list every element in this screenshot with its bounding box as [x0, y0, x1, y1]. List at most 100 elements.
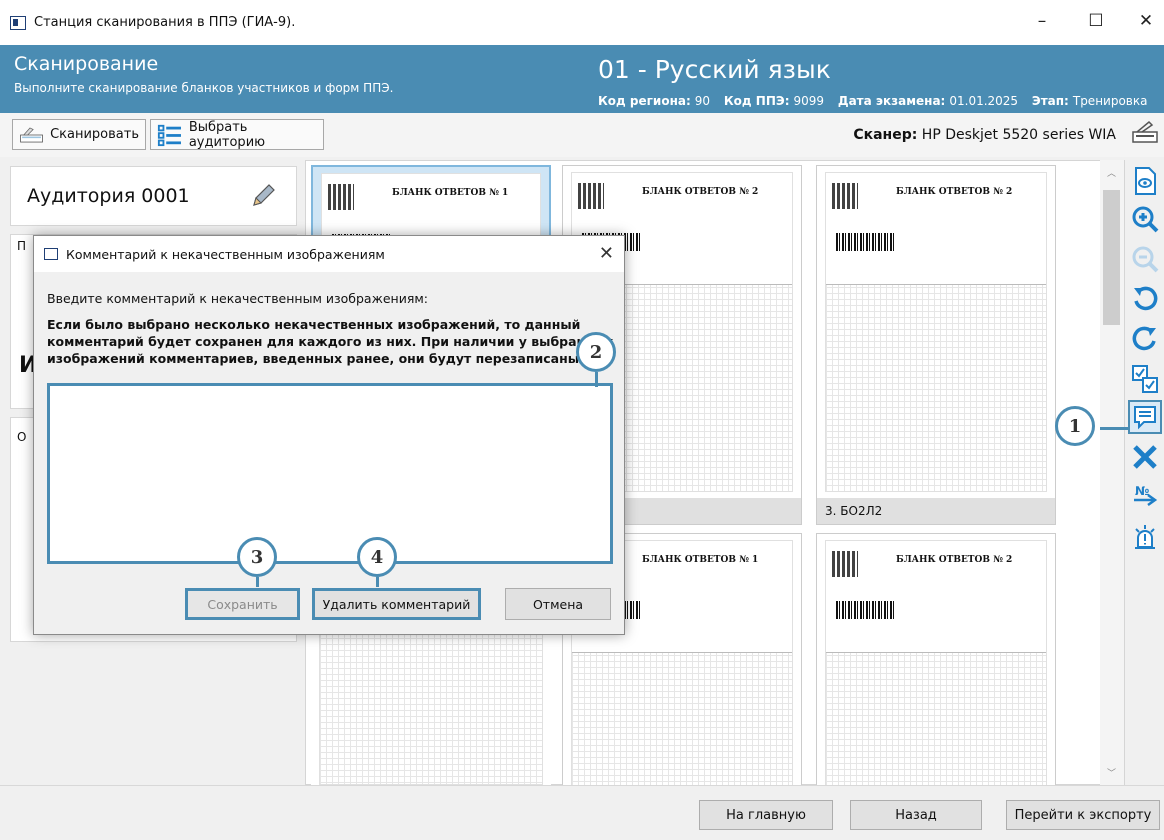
- comment-label: Введите комментарий к некачественным изо…: [47, 291, 428, 306]
- comment-button[interactable]: [1128, 400, 1162, 434]
- blank-title: БЛАНК ОТВЕТОВ № 2: [896, 555, 1013, 565]
- region-label: Код региона:: [598, 94, 691, 108]
- svg-text:№: №: [1135, 484, 1149, 498]
- scanner-info: Сканер: HP Deskjet 5520 series WIA: [853, 127, 1116, 143]
- blank-title: БЛАНК ОТВЕТОВ № 2: [896, 187, 1013, 197]
- close-window-button[interactable]: ✕: [1133, 10, 1159, 32]
- bottom-bar: На главную Назад Перейти к экспорту: [0, 785, 1164, 840]
- minimize-button[interactable]: –: [1029, 10, 1055, 32]
- dialog-titlebar: Комментарий к некачественным изображения…: [34, 236, 624, 272]
- dialog-close-icon[interactable]: ✕: [599, 243, 614, 264]
- window-titlebar: Станция сканирования в ППЭ (ГИА-9).: [0, 0, 1164, 45]
- blank-title: БЛАНК ОТВЕТОВ № 2: [642, 187, 759, 197]
- pencil-icon[interactable]: [248, 181, 278, 211]
- gallery-scrollbar[interactable]: ︿ ﹀: [1100, 160, 1124, 785]
- barcode: [836, 601, 896, 619]
- qr-code: [832, 183, 858, 209]
- home-button[interactable]: На главную: [699, 800, 833, 830]
- scroll-down-arrow-icon[interactable]: ﹀: [1107, 766, 1116, 779]
- blank-title: БЛАНК ОТВЕТОВ № 1: [642, 555, 759, 565]
- rotate-right-button[interactable]: [1128, 322, 1162, 356]
- callout-4: 4: [357, 537, 397, 577]
- comment-input[interactable]: [47, 383, 613, 564]
- blank-header: БЛАНК ОТВЕТОВ № 2: [826, 541, 1046, 653]
- rotate-left-button[interactable]: [1128, 282, 1162, 316]
- room-name: Аудитория 0001: [27, 185, 190, 207]
- scroll-up-arrow-icon[interactable]: ︿: [1107, 166, 1116, 179]
- qr-code: [832, 551, 858, 577]
- scan-label: Сканировать: [50, 127, 139, 142]
- barcode: [836, 233, 896, 251]
- callout-connector: [1100, 427, 1128, 430]
- page-subtitle: Выполните сканирование бланков участнико…: [14, 81, 394, 95]
- exam-subject: 01 - Русский язык: [598, 55, 831, 84]
- callout-connector: [256, 577, 259, 587]
- ppe-value: 9099: [793, 94, 825, 108]
- blank-header: БЛАНК ОТВЕТОВ № 2: [826, 173, 1046, 285]
- card-fragment-p: П: [17, 239, 27, 253]
- date-value: 01.01.2025: [949, 94, 1019, 108]
- dialog-app-icon: [44, 248, 58, 260]
- overwrite-warning: Если было выбрано несколько некачественн…: [47, 317, 614, 366]
- qr-code: [328, 184, 354, 210]
- select-all-icon: [1132, 365, 1158, 393]
- go-to-export-button[interactable]: Перейти к экспорту: [1006, 800, 1160, 830]
- thumbnail-label: 3. БО2Л2: [817, 498, 1055, 524]
- dialog-title: Комментарий к некачественным изображения…: [66, 246, 385, 262]
- stage-label: Этап:: [1031, 94, 1069, 108]
- window-title: Станция сканирования в ППЭ (ГИА-9).: [34, 15, 296, 30]
- scanner-value: HP Deskjet 5520 series WIA: [921, 127, 1116, 143]
- choose-room-button[interactable]: Выбрать аудиторию: [150, 119, 324, 150]
- blank-title: БЛАНК ОТВЕТОВ № 1: [392, 188, 509, 198]
- scrollbar-thumb[interactable]: [1103, 190, 1120, 325]
- ppe-label: Код ППЭ:: [723, 94, 790, 108]
- choose-room-icon: [157, 124, 181, 146]
- thumbnail-item[interactable]: БЛАНК ОТВЕТОВ № 2 3. БО2Л2: [816, 165, 1056, 525]
- alert-icon: [1135, 525, 1155, 549]
- thumbnail-item[interactable]: БЛАНК ОТВЕТОВ № 2: [816, 533, 1056, 793]
- page-title: Сканирование: [14, 53, 159, 75]
- region-value: 90: [694, 94, 711, 108]
- toolbar: Сканировать Выбрать аудиторию Сканер: HP…: [0, 113, 1164, 157]
- callout-connector: [376, 577, 379, 587]
- comment-icon: [1134, 406, 1156, 430]
- app-icon: [10, 15, 26, 30]
- renumber-button[interactable]: №: [1128, 480, 1162, 514]
- date-label: Дата экзамена:: [837, 94, 946, 108]
- callout-3: 3: [237, 537, 277, 577]
- card-fragment-o: О: [17, 430, 27, 444]
- zoom-out-icon: [1132, 246, 1159, 273]
- zoom-in-icon: [1132, 206, 1159, 233]
- choose-room-label: Выбрать аудиторию: [188, 119, 266, 150]
- zoom-in-button[interactable]: [1128, 202, 1162, 236]
- callout-connector: [595, 372, 598, 387]
- select-all-button[interactable]: [1128, 362, 1162, 396]
- save-button[interactable]: Сохранить: [185, 588, 300, 620]
- scan-button[interactable]: Сканировать: [12, 119, 146, 150]
- room-card: Аудитория 0001: [10, 166, 297, 226]
- maximize-button[interactable]: ☐: [1083, 10, 1109, 32]
- page-header: Сканирование Выполните сканирование блан…: [0, 45, 1164, 113]
- zoom-out-button[interactable]: [1128, 242, 1162, 276]
- rotate-right-icon: [1132, 326, 1156, 351]
- delete-icon: [1133, 445, 1157, 469]
- delete-image-button[interactable]: [1128, 440, 1162, 474]
- rotate-left-icon: [1134, 286, 1158, 311]
- stage-value: Тренировка: [1072, 94, 1148, 108]
- view-icon: [1135, 167, 1156, 195]
- qr-code: [578, 183, 604, 209]
- callout-1: 1: [1055, 406, 1095, 446]
- callout-2: 2: [576, 332, 616, 372]
- scanner-settings-icon[interactable]: [1131, 118, 1159, 146]
- view-button[interactable]: [1128, 164, 1162, 198]
- blank-page: БЛАНК ОТВЕТОВ № 2: [825, 540, 1047, 786]
- alert-button[interactable]: [1128, 520, 1162, 554]
- back-button[interactable]: Назад: [850, 800, 982, 830]
- delete-comment-button[interactable]: Удалить комментарий: [312, 588, 481, 620]
- renumber-icon: №: [1134, 484, 1158, 507]
- exam-meta: Код региона: 90 Код ППЭ: 9099 Дата экзамен…: [598, 94, 1157, 108]
- cancel-button[interactable]: Отмена: [505, 588, 611, 620]
- scanner-label: Сканер:: [853, 127, 918, 143]
- blank-page: БЛАНК ОТВЕТОВ № 2: [825, 172, 1047, 492]
- comment-dialog: Комментарий к некачественным изображения…: [33, 235, 625, 635]
